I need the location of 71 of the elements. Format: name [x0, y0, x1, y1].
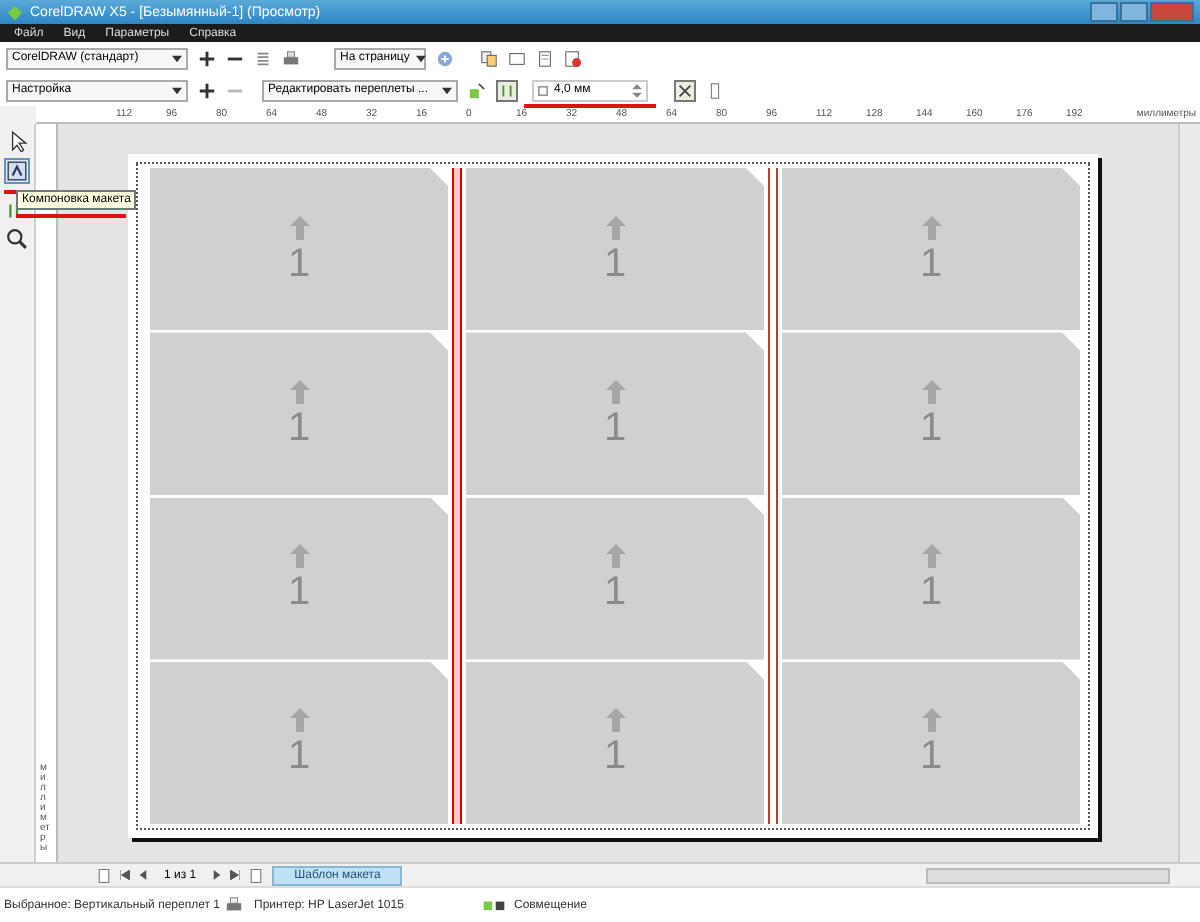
arrange-icon[interactable] [468, 81, 486, 99]
list-icon[interactable] [254, 49, 272, 67]
up-arrow-icon [605, 708, 625, 733]
alignment-icon [482, 896, 506, 914]
spinner-icon[interactable] [632, 83, 642, 97]
close-preview-icon[interactable] [564, 49, 582, 67]
gutter[interactable] [452, 168, 462, 824]
gutter-tool-icon[interactable] [496, 79, 518, 101]
caret-icon [442, 85, 452, 95]
up-arrow-icon [289, 544, 309, 569]
layout-card[interactable]: 1 [466, 661, 764, 824]
page-layout-icon[interactable] [508, 49, 526, 67]
page-number: 1 [603, 407, 627, 448]
up-arrow-icon [605, 544, 625, 569]
page-number: 1 [603, 572, 627, 613]
page-number: 1 [287, 407, 311, 448]
page-icon[interactable] [706, 81, 724, 99]
up-arrow-icon [605, 215, 625, 240]
page-icon[interactable] [96, 867, 112, 883]
layout-card[interactable]: 1 [782, 497, 1080, 660]
page-number: 1 [919, 407, 943, 448]
page-number: 1 [919, 572, 943, 613]
page-icon[interactable] [248, 867, 265, 883]
up-arrow-icon [921, 708, 941, 733]
caret-icon [172, 85, 182, 95]
plus-icon[interactable] [198, 49, 216, 67]
layout-card[interactable]: 1 [782, 661, 1080, 824]
first-page-icon[interactable] [120, 870, 130, 880]
plus-icon[interactable] [198, 81, 216, 99]
printer-icon [222, 896, 246, 914]
layout-tool-icon[interactable] [4, 158, 30, 184]
up-arrow-icon [921, 544, 941, 569]
annotation-underline [16, 214, 126, 218]
up-arrow-icon [289, 215, 309, 240]
page-number: 1 [603, 243, 627, 284]
previous-page-icon[interactable] [138, 870, 148, 880]
page-number: 1 [919, 243, 943, 284]
up-arrow-icon [289, 708, 309, 733]
pages-icon[interactable] [480, 49, 498, 67]
page-number: 1 [287, 736, 311, 777]
caret-icon [172, 53, 182, 63]
printer-icon[interactable] [282, 49, 300, 67]
last-page-icon[interactable] [230, 870, 241, 880]
page-number: 1 [287, 572, 311, 613]
document-icon[interactable] [536, 49, 554, 67]
page-number: 1 [919, 736, 943, 777]
next-page-icon[interactable] [212, 870, 223, 880]
up-arrow-icon [289, 379, 309, 404]
page-number: 1 [287, 243, 311, 284]
layout-card[interactable]: 1 [466, 332, 764, 495]
pointer-tool-icon[interactable] [6, 130, 28, 152]
layout-card[interactable]: 1 [782, 168, 1080, 331]
layout-card[interactable]: 1 [466, 168, 764, 331]
up-arrow-icon [605, 379, 625, 404]
gutter[interactable] [768, 168, 778, 824]
up-arrow-icon [921, 215, 941, 240]
crossed-box-icon[interactable] [674, 79, 696, 101]
square-icon [538, 85, 548, 95]
annotation-underline [524, 103, 656, 107]
layout-card[interactable]: 1 [150, 497, 448, 660]
up-arrow-icon [921, 379, 941, 404]
caret-icon [415, 53, 426, 63]
layout-card[interactable]: 1 [150, 168, 448, 331]
zoom-icon[interactable] [6, 228, 28, 250]
layout-card[interactable]: 1 [466, 497, 764, 660]
page-number: 1 [603, 736, 627, 777]
layout-card[interactable]: 1 [782, 332, 1080, 495]
layout-card[interactable]: 1 [150, 661, 448, 824]
horizontal-scrollbar[interactable] [926, 867, 1170, 883]
layout-card[interactable]: 1 [150, 332, 448, 495]
vertical-scrollbar[interactable] [1178, 124, 1200, 862]
